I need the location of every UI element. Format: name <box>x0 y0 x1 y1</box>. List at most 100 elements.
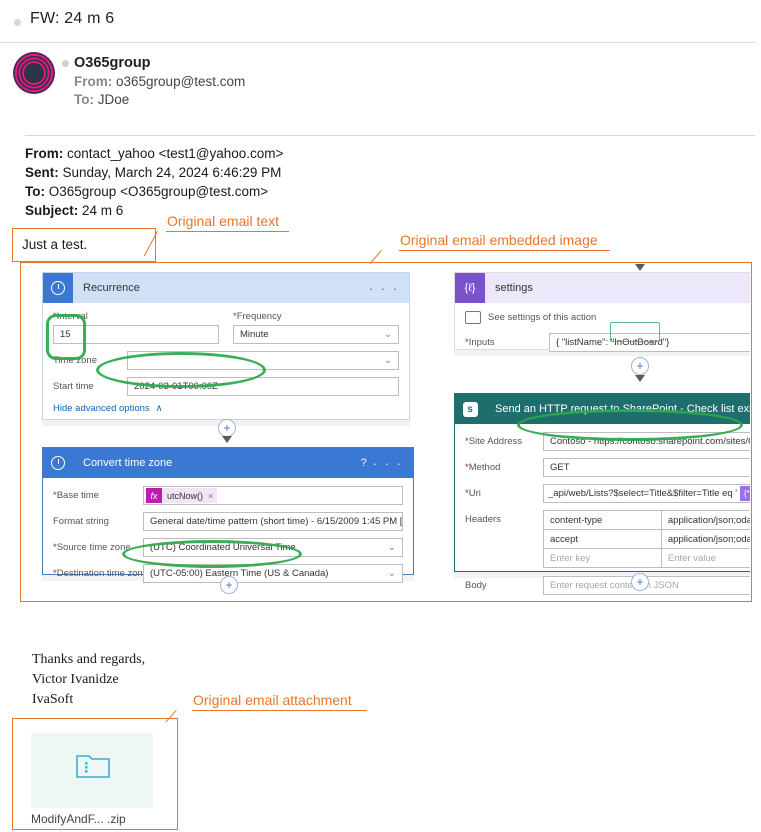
flow-arrow-1-icon <box>222 436 232 443</box>
conversation-title: FW: 24 m 6 <box>30 10 115 27</box>
quoted-sent-label: Sent: <box>25 165 59 180</box>
frequency-select[interactable]: Minute ⌄ <box>233 325 399 344</box>
headers-row[interactable]: content-type application/json;odata= <box>544 511 750 530</box>
sender-status-dot-icon <box>62 60 69 67</box>
recurrence-card[interactable]: Recurrence · · · **IntervalInterval 15 *… <box>42 272 410 420</box>
message-divider <box>25 135 755 136</box>
flow-arrow-2-icon <box>635 375 645 382</box>
sharepoint-icon: s <box>455 394 485 424</box>
convert-card-header[interactable]: Convert time zone ? · · · <box>43 448 413 478</box>
http-card-body: *Site Address Contoso - https://contoso.… <box>455 424 750 600</box>
insert-step-button-1[interactable]: + <box>218 419 236 437</box>
header-value-placeholder[interactable]: Enter value <box>662 549 750 567</box>
chevron-down-icon: ⌄ <box>383 329 392 340</box>
annotation-embedded-image-underline <box>399 250 610 252</box>
token-remove-icon[interactable]: × <box>208 491 217 501</box>
convert-card-title: Convert time zone <box>83 457 173 469</box>
headers-label: Headers <box>465 514 501 525</box>
see-settings-text: See settings of this action <box>488 312 597 323</box>
headers-row-empty[interactable]: Enter key Enter value <box>544 549 750 568</box>
header-key[interactable]: content-type <box>544 511 662 529</box>
settings-card-title: settings <box>495 282 533 294</box>
uri-input[interactable]: _api/web/Lists?$select=Title&$filter=Tit… <box>543 484 750 503</box>
uri-dynamic-token[interactable]: {*} listName <box>740 486 750 501</box>
frequency-label: *Frequency <box>233 311 282 322</box>
base-time-input[interactable]: fx utcNow() × <box>143 486 403 505</box>
insert-step-button-4[interactable]: + <box>631 573 649 591</box>
site-address-label-text: Site Address <box>468 436 523 447</box>
email-signature: Thanks and regards, Victor Ivanidze IvaS… <box>32 650 145 710</box>
headers-grid: content-type application/json;odata= acc… <box>543 510 750 568</box>
chevron-down-icon: ⌄ <box>387 542 396 553</box>
highlight-destination-timezone <box>122 540 302 568</box>
curly-braces-icon: {ℓ} <box>455 273 485 303</box>
uri-label-text: Uri <box>468 488 481 499</box>
comment-icon <box>465 311 481 324</box>
to-value: JDoe <box>97 92 130 107</box>
starttime-label: Start time <box>53 381 94 392</box>
header-key[interactable]: accept <box>544 530 662 548</box>
settings-card-header[interactable]: {ℓ} settings <box>455 273 750 303</box>
frequency-label-text: Frequency <box>236 311 282 322</box>
headers-row[interactable]: accept application/json;odata= <box>544 530 750 549</box>
destination-timezone-label-text: Destination time zone <box>56 568 149 579</box>
quoted-from-value: contact_yahoo <test1@yahoo.com> <box>67 146 284 161</box>
header-key-placeholder[interactable]: Enter key <box>544 549 662 567</box>
method-select[interactable]: GET <box>543 458 750 477</box>
body-label: Body <box>465 580 487 591</box>
highlight-site-address <box>517 409 743 441</box>
message-from-line: From: o365group@test.com <box>74 74 245 89</box>
help-icon[interactable]: ? <box>361 457 373 469</box>
method-label: *Method <box>465 462 501 473</box>
header-divider <box>0 42 755 43</box>
annotation-attachment-underline <box>192 710 367 712</box>
email-reading-pane: FW: 24 m 6 O365group From: o365group@tes… <box>0 0 761 832</box>
from-value: o365group@test.com <box>116 74 246 89</box>
destination-timezone-label: *Destination time zone <box>53 568 149 579</box>
alarm-clock-icon <box>43 273 73 303</box>
header-value[interactable]: application/json;odata= <box>662 511 750 529</box>
unread-dot-icon <box>14 19 21 26</box>
caret-up-icon: ∧ <box>155 403 163 414</box>
insert-step-button-3[interactable]: + <box>631 357 649 375</box>
message-to-line: To: JDoe <box>74 92 129 107</box>
format-string-select[interactable]: General date/time pattern (short time) -… <box>143 512 403 531</box>
avatar <box>13 52 55 94</box>
attachment-filename[interactable]: ModifyAndF... .zip <box>31 812 126 826</box>
signature-line-2: Victor Ivanidze <box>32 672 119 687</box>
signature-line-3: IvaSoft <box>32 692 74 707</box>
to-label: To: <box>74 92 94 107</box>
recurrence-more-button[interactable]: · · · <box>369 281 409 296</box>
annotation-email-text-underline <box>166 231 289 233</box>
convert-more-button[interactable]: · · · <box>373 456 413 471</box>
quoted-from-line: From: contact_yahoo <test1@yahoo.com> <box>25 144 283 163</box>
quoted-sent-value: Sunday, March 24, 2024 6:46:29 PM <box>62 165 282 180</box>
recurrence-card-header[interactable]: Recurrence · · · <box>43 273 409 303</box>
zip-folder-icon <box>76 752 110 779</box>
base-time-label-text: Base time <box>56 490 99 501</box>
quoted-subject-label: Subject: <box>25 203 79 218</box>
uri-label: *Uri <box>465 488 481 499</box>
annotation-attachment-label: Original email attachment <box>193 692 352 708</box>
from-label: From: <box>74 74 113 89</box>
highlight-interval <box>46 314 86 360</box>
attachment-name: ModifyAndF... <box>31 812 104 826</box>
base-time-token[interactable]: fx utcNow() × <box>146 488 218 503</box>
settings-card-body: See settings of this action *Inputs { "l… <box>455 303 750 362</box>
format-string-label: Format string <box>53 516 109 527</box>
site-address-label: *Site Address <box>465 436 523 447</box>
quoted-to-line: To: O365group <O365group@test.com> <box>25 182 283 201</box>
flow-arrow-into-settings-icon <box>635 264 645 271</box>
hide-advanced-options-link[interactable]: Hide advanced options <box>53 403 150 414</box>
highlight-listname-value <box>610 322 660 342</box>
highlight-starttime <box>96 352 266 388</box>
insert-step-button-2[interactable]: + <box>220 576 238 594</box>
inputs-label-text: Inputs <box>468 337 495 348</box>
chevron-down-icon: ⌄ <box>383 355 392 366</box>
quoted-email-header: From: contact_yahoo <test1@yahoo.com> Se… <box>25 144 283 220</box>
header-value[interactable]: application/json;odata= <box>662 530 750 548</box>
settings-card[interactable]: {ℓ} settings See settings of this action… <box>454 272 750 352</box>
base-time-label: *Base time <box>53 490 99 501</box>
source-timezone-label-text: Source time zone <box>56 542 131 553</box>
annotation-email-text-label: Original email text <box>167 213 280 229</box>
